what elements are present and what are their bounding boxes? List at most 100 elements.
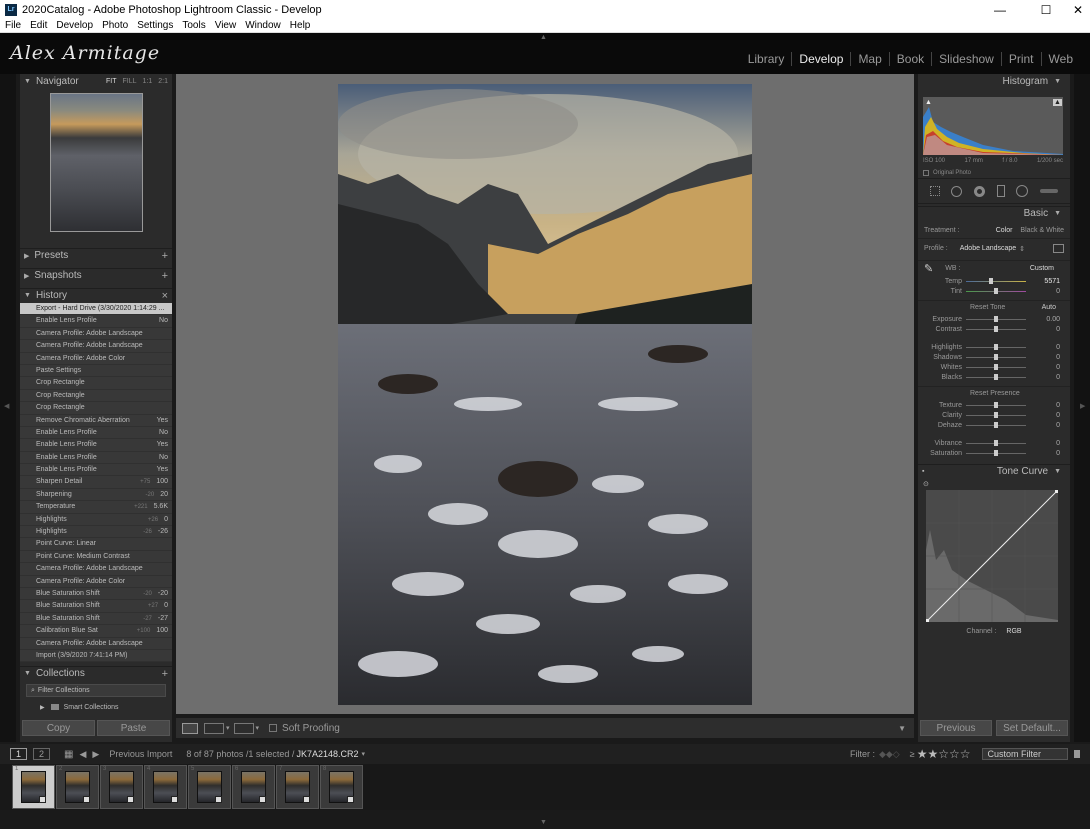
profile-dropdown[interactable]: Adobe Landscape [960, 245, 1016, 252]
slider-value[interactable]: 0 [1056, 326, 1060, 333]
history-step[interactable]: Enable Lens Profile Yes [20, 464, 172, 477]
set-default-button[interactable]: Set Default... [996, 720, 1068, 736]
zoom-fit[interactable]: FIT [106, 78, 117, 85]
history-step[interactable]: Temperature +221 5.6K [20, 501, 172, 514]
module-map[interactable]: Map [850, 52, 888, 66]
treatment-bw-option[interactable]: Black & White [1020, 227, 1064, 234]
develop-slider[interactable]: Contrast 0 [918, 324, 1070, 334]
slider-thumb[interactable] [994, 421, 998, 428]
slider-value[interactable]: 0 [1056, 402, 1060, 409]
screen-2-button[interactable]: 2 [33, 748, 51, 760]
slider-track[interactable] [966, 343, 1026, 350]
red-eye-tool-icon[interactable] [974, 185, 986, 197]
original-photo-toggle[interactable]: Original Photo [923, 170, 971, 176]
slider-value[interactable]: 0 [1056, 440, 1060, 447]
history-step[interactable]: Enable Lens Profile No [20, 451, 172, 465]
previous-button[interactable]: Previous [920, 720, 992, 736]
paste-button[interactable]: Paste [97, 720, 170, 736]
navigator-header[interactable]: ▼ Navigator FIT FILL 1:1 2:1 [20, 74, 172, 88]
slider-thumb[interactable] [994, 343, 998, 350]
chevron-down-icon[interactable]: ▾ [256, 724, 260, 732]
copy-button[interactable]: Copy [22, 720, 95, 736]
left-panel-toggle[interactable]: ◀ [0, 74, 16, 742]
crop-tool-icon[interactable] [929, 186, 940, 196]
tint-slider[interactable]: Tint 0 [918, 286, 1070, 296]
collapse-bottom-arrow-icon[interactable]: ▼ [540, 819, 547, 826]
filmstrip-thumbnail[interactable]: 5 [188, 765, 231, 809]
custom-filter-dropdown[interactable]: Custom Filter [982, 748, 1068, 760]
history-step[interactable]: Camera Profile: Adobe Landscape [20, 563, 172, 576]
radial-filter-icon[interactable] [1016, 185, 1029, 197]
eyedropper-icon[interactable]: ✎ [924, 262, 933, 275]
slider-thumb[interactable] [994, 411, 998, 418]
module-web[interactable]: Web [1040, 52, 1080, 66]
menu-settings[interactable]: Settings [137, 20, 173, 31]
history-step[interactable]: Point Curve: Linear [20, 538, 172, 551]
slider-value[interactable]: 0 [1056, 344, 1060, 351]
slider-value[interactable]: 0 [1056, 412, 1060, 419]
temp-value[interactable]: 5571 [1044, 278, 1060, 285]
filter-collections-field[interactable]: ⌕ Filter Collections [26, 684, 166, 698]
add-preset-icon[interactable]: + [162, 250, 168, 262]
history-step[interactable]: Camera Profile: Adobe Color [20, 352, 172, 365]
forward-arrow-icon[interactable]: ▶ [92, 749, 99, 760]
develop-slider[interactable]: Texture 0 [918, 400, 1070, 410]
soft-proofing-checkbox[interactable] [269, 724, 278, 732]
clear-history-icon[interactable]: × [162, 290, 168, 302]
slider-value[interactable]: 0 [1056, 374, 1060, 381]
history-step[interactable]: Point Curve: Medium Contrast [20, 550, 172, 564]
history-step[interactable]: Blue Saturation Shift -27 -27 [20, 612, 172, 626]
temp-thumb[interactable] [989, 277, 994, 284]
menu-window[interactable]: Window [245, 20, 281, 31]
slider-thumb[interactable] [994, 363, 998, 370]
reset-tone-button[interactable]: Reset Tone [970, 304, 1005, 311]
slider-thumb[interactable] [994, 439, 998, 446]
module-book[interactable]: Book [888, 52, 931, 66]
smart-collections-item[interactable]: ▶ Smart Collections [40, 701, 172, 713]
toolbar-menu-icon[interactable]: ▼ [898, 724, 906, 733]
auto-tone-button[interactable]: Auto [1042, 304, 1056, 311]
menu-develop[interactable]: Develop [56, 20, 93, 31]
rating-operator[interactable]: ≥ [910, 749, 915, 759]
slider-track[interactable] [966, 315, 1026, 322]
filmstrip-thumbnail[interactable]: 2 [56, 765, 99, 809]
filmstrip-thumbnail[interactable]: 4 [144, 765, 187, 809]
slider-track[interactable] [966, 325, 1026, 332]
slider-value[interactable]: 0 [1056, 354, 1060, 361]
history-step[interactable]: Remove Chromatic Aberration Yes [20, 414, 172, 427]
module-print[interactable]: Print [1000, 52, 1041, 66]
history-step[interactable]: Enable Lens Profile No [20, 426, 172, 440]
history-step[interactable]: Crop Rectangle [20, 389, 172, 403]
slider-thumb[interactable] [994, 449, 998, 456]
slider-track[interactable] [966, 421, 1026, 428]
slider-value[interactable]: 0 [1056, 364, 1060, 371]
basic-header[interactable]: Basic ▼ [918, 206, 1070, 220]
history-step[interactable]: Import (3/9/2020 7:41:14 PM) [20, 649, 172, 663]
filmstrip-thumbnail[interactable]: 7 [276, 765, 319, 809]
slider-track[interactable] [966, 353, 1026, 360]
module-library[interactable]: Library [741, 52, 792, 66]
selected-filename[interactable]: JK7A2148.CR2 [296, 749, 358, 759]
history-step[interactable]: Sharpening -20 20 [20, 488, 172, 502]
history-step[interactable]: Camera Profile: Adobe Landscape [20, 327, 172, 341]
left-collapse-arrow-icon[interactable]: ◀ [4, 402, 9, 410]
screen-1-button[interactable]: 1 [10, 748, 28, 760]
history-step[interactable]: Export - Hard Drive (3/30/2020 1:14:29 .… [20, 303, 172, 316]
back-arrow-icon[interactable]: ◀ [79, 749, 86, 760]
collections-header[interactable]: ▼ Collections + [20, 666, 172, 680]
menu-tools[interactable]: Tools [182, 20, 205, 31]
menu-edit[interactable]: Edit [30, 20, 47, 31]
history-step[interactable]: Highlights +26 0 [20, 513, 172, 527]
highlight-clipping-icon[interactable]: ▲ [1053, 99, 1062, 106]
history-step[interactable]: Enable Lens Profile No [20, 315, 172, 328]
tone-curve-header[interactable]: ▪ Tone Curve ▼ [918, 464, 1070, 478]
wb-dropdown[interactable]: Custom [1030, 265, 1054, 272]
history-step[interactable]: Calibration Blue Sat +100 100 [20, 625, 172, 638]
chevron-down-icon[interactable]: ▾ [361, 750, 365, 758]
menu-help[interactable]: Help [290, 20, 311, 31]
zoom-fill[interactable]: FILL [123, 78, 137, 85]
navigator-preview[interactable] [20, 88, 172, 242]
history-step[interactable]: Camera Profile: Adobe Landscape [20, 340, 172, 353]
develop-slider[interactable]: Vibrance 0 [918, 438, 1070, 448]
zoom-1-1[interactable]: 1:1 [143, 78, 153, 85]
